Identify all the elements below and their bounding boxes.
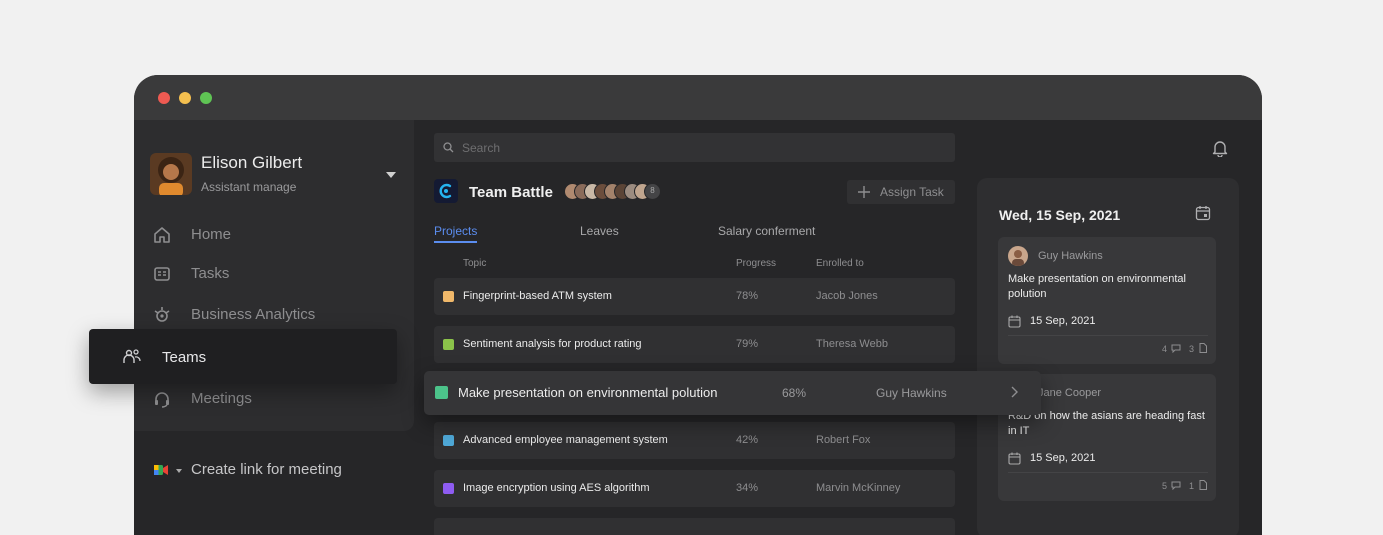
team-logo (434, 179, 458, 203)
search-bar (434, 133, 955, 162)
search-input[interactable] (462, 139, 942, 156)
title-bar (134, 75, 1262, 120)
task-card-title: Make presentation on environmental polut… (1008, 273, 1186, 300)
teams-icon (123, 349, 141, 363)
tab-salary-conferment[interactable]: Salary conferment (718, 224, 815, 238)
project-color-swatch (443, 291, 454, 302)
chevron-right-icon[interactable] (1009, 385, 1019, 399)
comment-icon (1171, 344, 1181, 353)
file-icon (1199, 480, 1207, 490)
task-card-assignee: Jane Cooper (1038, 387, 1101, 399)
project-color-swatch (443, 435, 454, 446)
project-color-swatch (443, 483, 454, 494)
table-row[interactable]: Sentiment analysis for product rating 79… (434, 326, 955, 363)
user-role: Assistant manage (201, 180, 297, 194)
tasks-icon (154, 267, 170, 281)
maximize-window-button[interactable] (200, 92, 212, 104)
project-enrolled: Guy Hawkins (876, 386, 947, 400)
divider (1008, 335, 1208, 336)
calendar-date: Wed, 15 Sep, 2021 (999, 207, 1121, 223)
sidebar-item-home[interactable]: Home (134, 220, 414, 250)
tab-leaves[interactable]: Leaves (580, 224, 619, 238)
comment-icon (1171, 481, 1181, 490)
user-menu-caret-icon[interactable] (386, 172, 396, 178)
close-window-button[interactable] (158, 92, 170, 104)
project-enrolled: Marvin McKinney (816, 482, 901, 494)
project-color-swatch (443, 339, 454, 350)
table-row[interactable]: Image encryption using AES algorithm 34%… (434, 470, 955, 507)
task-card-date: 15 Sep, 2021 (1030, 315, 1096, 327)
project-progress: 79% (736, 338, 759, 350)
divider (1008, 472, 1208, 473)
user-avatar[interactable] (150, 153, 192, 195)
home-icon (154, 227, 170, 243)
assign-task-button[interactable]: Assign Task (847, 180, 955, 204)
project-progress: 34% (736, 482, 759, 494)
plus-icon (858, 186, 870, 198)
create-link-label: Create link for meeting (191, 461, 342, 478)
sidebar-item-label: Business Analytics (191, 306, 316, 323)
file-icon (1199, 343, 1207, 353)
assign-task-label: Assign Task (880, 185, 944, 199)
sidebar-item-label: Teams (162, 349, 207, 366)
sidebar-item-label: Tasks (191, 265, 230, 282)
sidebar: Elison Gilbert Assistant manage Home Tas… (134, 120, 414, 431)
table-row[interactable]: Fingerprint-based ATM system 78% Jacob J… (434, 278, 955, 315)
task-card-file-count: 1 (1189, 481, 1195, 491)
project-topic: Image encryption using AES algorithm (463, 482, 650, 494)
project-topic: Advanced employee management system (463, 434, 668, 446)
calendar-icon (1008, 452, 1021, 465)
team-member-extra-count: 8 (644, 183, 661, 200)
team-member-avatars[interactable]: 8 (564, 183, 674, 200)
table-row[interactable]: Advanced employee management system 42% … (434, 422, 955, 459)
sidebar-item-tasks[interactable]: Tasks (134, 259, 414, 289)
team-name: Team Battle (469, 184, 553, 201)
search-icon (443, 142, 454, 153)
calendar-icon[interactable] (1195, 205, 1211, 221)
analytics-icon (154, 307, 170, 322)
project-progress: 78% (736, 290, 759, 302)
project-enrolled: Robert Fox (816, 434, 871, 446)
project-progress: 42% (736, 434, 759, 446)
column-header-progress: Progress (736, 258, 777, 269)
task-card-date: 15 Sep, 2021 (1030, 452, 1096, 464)
sidebar-item-business-analytics[interactable]: Business Analytics (134, 300, 414, 330)
user-name: Elison Gilbert (201, 153, 303, 172)
project-progress: 68% (782, 386, 807, 400)
google-meet-icon (154, 465, 168, 475)
column-header-topic: Topic (463, 258, 487, 269)
sidebar-item-label: Home (191, 226, 232, 243)
calendar-panel: Wed, 15 Sep, 2021 Guy Hawkins Make prese… (977, 178, 1239, 535)
task-card-comment-count: 5 (1162, 481, 1168, 491)
task-card[interactable]: Guy Hawkins Make presentation on environ… (998, 237, 1216, 364)
project-topic: Fingerprint-based ATM system (463, 290, 612, 302)
project-topic: Make presentation on environmental polut… (458, 385, 718, 400)
project-enrolled: Jacob Jones (816, 290, 878, 302)
table-row-highlighted[interactable]: Make presentation on environmental polut… (424, 371, 1041, 415)
table-row[interactable] (434, 518, 955, 535)
calendar-icon (1008, 315, 1021, 328)
project-enrolled: Theresa Webb (816, 338, 888, 350)
headset-icon (155, 392, 169, 408)
project-color-swatch (435, 386, 448, 399)
sidebar-item-label: Meetings (191, 390, 252, 407)
chevron-down-icon (176, 469, 182, 473)
sidebar-item-meetings[interactable]: Meetings (134, 384, 414, 414)
notification-bell-icon[interactable] (1212, 139, 1228, 157)
app-window: Elison Gilbert Assistant manage Home Tas… (134, 75, 1262, 535)
task-card-assignee: Guy Hawkins (1038, 250, 1103, 262)
task-card-file-count: 3 (1189, 344, 1195, 354)
column-header-enrolled: Enrolled to (816, 258, 864, 269)
avatar (1008, 246, 1028, 266)
task-card-comment-count: 4 (1162, 344, 1168, 354)
project-topic: Sentiment analysis for product rating (463, 338, 642, 350)
minimize-window-button[interactable] (179, 92, 191, 104)
tab-projects[interactable]: Projects (434, 224, 478, 243)
sidebar-item-teams[interactable]: Teams (89, 329, 397, 384)
